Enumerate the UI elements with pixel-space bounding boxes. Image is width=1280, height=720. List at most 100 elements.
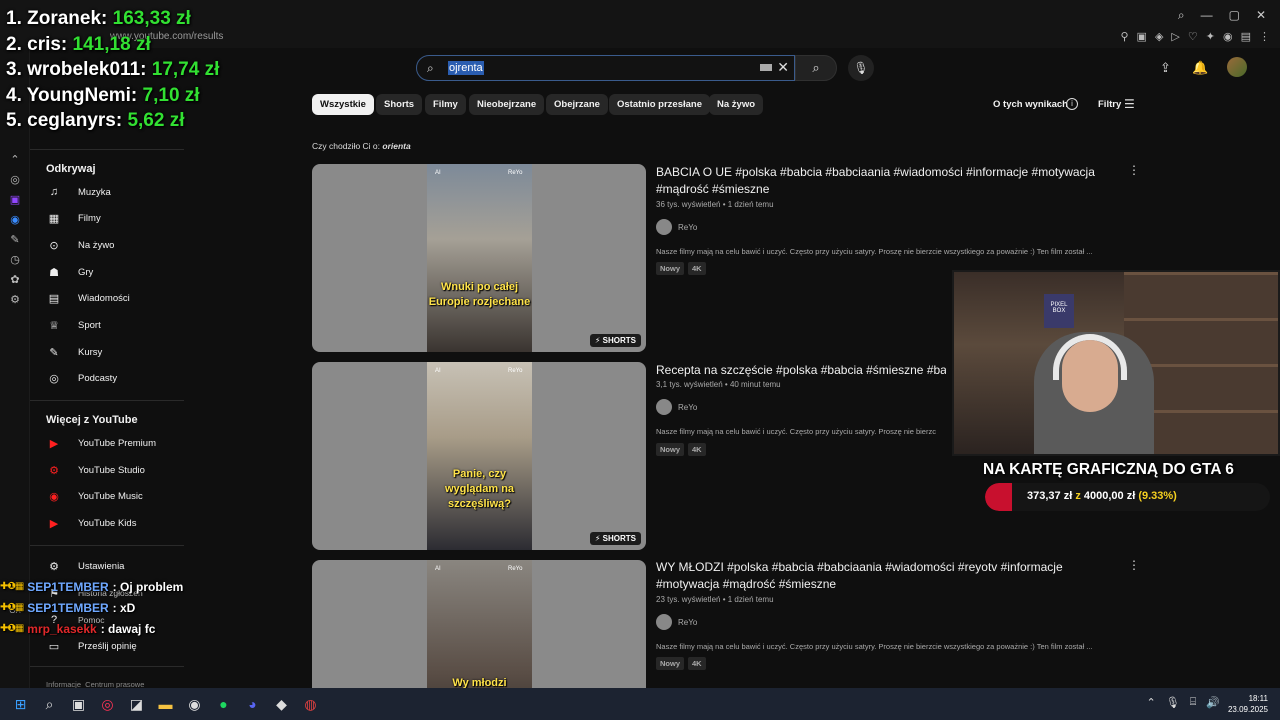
opera-gx-icon[interactable]: ◎ — [93, 696, 122, 713]
chevron-up-icon[interactable]: ⌃ — [1147, 696, 1156, 709]
sidebar-item-live[interactable]: ⊙ Na żywo — [46, 233, 196, 257]
search-icon[interactable]: ⌕ — [35, 696, 64, 713]
suggested-query-link[interactable]: orienta — [382, 141, 410, 151]
play-icon[interactable]: ▷ — [1171, 30, 1179, 43]
channel-link[interactable]: ReYo — [656, 614, 697, 630]
sidebar-item-podcasts[interactable]: ◎ Podcasty — [46, 366, 196, 390]
extension-icon[interactable]: ◈ — [1155, 30, 1163, 43]
search-button[interactable]: ⌕ — [795, 55, 837, 81]
menu-dots-icon[interactable]: ⋮ — [1259, 30, 1270, 43]
youtube-kids-icon: ▶ — [49, 517, 59, 530]
messenger-icon[interactable]: ◉ — [0, 213, 30, 226]
spotify-icon[interactable]: ● — [209, 696, 238, 712]
search-icon: ⌕ — [812, 60, 820, 75]
sidebar-app-icon[interactable]: ✿ — [0, 273, 30, 286]
app-icon[interactable]: ◪ — [122, 696, 151, 713]
channel-link[interactable]: ReYo — [656, 399, 697, 415]
volume-icon[interactable]: 🔊 — [1206, 696, 1220, 709]
sidebar-app-icon[interactable]: ◎ — [0, 173, 30, 186]
sidebar-item-sport[interactable]: ♕ Sport — [46, 313, 196, 337]
close-window-icon[interactable]: ✕ — [1256, 8, 1266, 23]
divider — [30, 666, 184, 667]
network-icon[interactable]: ⌸ — [1190, 696, 1197, 709]
task-view-icon[interactable]: ▣ — [64, 696, 93, 713]
microphone-icon[interactable]: 🎙 — [1166, 696, 1180, 709]
sidebar-item-kids[interactable]: ▶ YouTube Kids — [46, 511, 196, 535]
avatar[interactable] — [1227, 57, 1247, 77]
video-title[interactable]: BABCIA O UE #polska #babcia #babciaania … — [656, 164, 1116, 198]
sidebar-item-gaming[interactable]: ☗ Gry — [46, 260, 196, 284]
sidebar-app-icon[interactable]: ✎ — [0, 233, 30, 246]
extension-icon[interactable]: ▤ — [1241, 30, 1251, 43]
chip-recently-uploaded[interactable]: Ostatnio przesłane — [609, 94, 710, 115]
chip-movies[interactable]: Filmy — [425, 94, 466, 115]
info-icon[interactable]: i — [1066, 98, 1078, 110]
video-title[interactable]: Recepta na szczęście #polska #babcia #śm… — [656, 362, 946, 379]
steam-icon[interactable]: ◉ — [180, 696, 209, 713]
sidebar-app-icon[interactable]: ⌃ — [0, 153, 30, 166]
app-icon[interactable]: ◆ — [267, 696, 296, 713]
video-meta: 3,1 tys. wyświetleń • 40 minut temu — [656, 380, 781, 389]
sidebar-item-music[interactable]: ♫ Muzyka — [46, 180, 196, 204]
sidebar-item-music-app[interactable]: ◉ YouTube Music — [46, 484, 196, 508]
sidebar-item-news[interactable]: ▤ Wiadomości — [46, 286, 196, 310]
sidebar-item-settings[interactable]: ⚙ Ustawienia — [46, 554, 196, 578]
maximize-icon[interactable]: ▢ — [1229, 8, 1240, 23]
search-input[interactable]: ⌕ ojrenta ✕ — [416, 55, 795, 81]
more-options-icon[interactable]: ⋮ — [1128, 558, 1140, 572]
youtube-music-icon: ◉ — [49, 490, 59, 503]
divider — [30, 149, 184, 150]
system-tray: ⌃ 🎙 ⌸ 🔊 — [1147, 696, 1221, 709]
extension-icon[interactable]: ✦ — [1206, 30, 1215, 43]
filters-button[interactable]: Filtry — [1098, 99, 1121, 110]
chip-all[interactable]: Wszystkie — [312, 94, 374, 115]
chrome-icon[interactable]: ◍ — [296, 696, 325, 713]
heart-icon[interactable]: ♡ — [1188, 30, 1198, 43]
extension-icon[interactable]: ◉ — [1223, 30, 1233, 43]
clock[interactable]: 18:11 23.09.2025 — [1228, 693, 1268, 715]
filter-sliders-icon[interactable]: ☰ — [1124, 97, 1135, 111]
chat-badges-icon: ✚❶▦ — [0, 602, 24, 613]
sidebar-item-courses[interactable]: ✎ Kursy — [46, 340, 196, 364]
donation-amount: 373,37 zł z 4000,00 zł (9.33%) — [1027, 490, 1177, 502]
sidebar-item-studio[interactable]: ⚙ YouTube Studio — [46, 458, 196, 482]
clear-search-icon[interactable]: ✕ — [777, 59, 789, 76]
extension-icon[interactable]: ▣ — [1137, 30, 1147, 43]
more-options-icon[interactable]: ⋮ — [1128, 163, 1140, 177]
chip-shorts[interactable]: Shorts — [376, 94, 423, 115]
video-thumbnail[interactable]: AI ReYo Panie, czy wyglądam na szczęśliw… — [312, 362, 646, 550]
extension-icon[interactable]: ⚲ — [1120, 30, 1128, 43]
chat-username: mrp_kasekk — [27, 621, 97, 636]
chip-unwatched[interactable]: Nieobejrzane — [469, 94, 545, 115]
keyboard-icon[interactable] — [760, 64, 772, 71]
video-thumbnail[interactable]: AI ReYo Wnuki po całej Europie rozjechan… — [312, 164, 646, 352]
chat-badges-icon: ✚❶▦ — [0, 581, 24, 592]
search-browser-icon[interactable]: ⌕ — [1178, 8, 1185, 23]
video-title[interactable]: WY MŁODZI #polska #babcia #babciaania #w… — [656, 559, 1116, 593]
search-query-text[interactable]: ojrenta — [448, 61, 484, 75]
sidebar-app-icon[interactable]: ⚙ — [0, 293, 30, 306]
windows-start-icon[interactable]: ⊞ — [6, 696, 35, 713]
shorts-badge: ⚡ SHORTS — [589, 334, 641, 347]
upload-icon[interactable]: ⇪ — [1160, 60, 1171, 76]
sidebar-item-movies[interactable]: ▦ Filmy — [46, 206, 196, 230]
sidebar-item-premium[interactable]: ▶ YouTube Premium — [46, 431, 196, 455]
sidebar-app-icon[interactable]: ◷ — [0, 253, 30, 266]
discord-icon[interactable]: ◕ — [238, 696, 267, 712]
notification-bell-icon[interactable]: 🔔 — [1192, 60, 1208, 76]
channel-link[interactable]: ReYo — [656, 219, 697, 235]
video-description: Nasze filmy mają na celu bawić i uczyć. … — [656, 247, 1093, 256]
chip-watched[interactable]: Obejrzane — [546, 94, 608, 115]
chip-live[interactable]: Na żywo — [709, 94, 764, 115]
donation-leaderboard: 1. Zoranek: 163,33 zł 2. cris: 141,18 zł… — [6, 6, 219, 134]
shorts-badge: ⚡ SHORTS — [589, 532, 641, 545]
voice-search-button[interactable]: 🎙 — [848, 55, 874, 81]
file-explorer-icon[interactable]: ▬ — [151, 696, 180, 712]
trophy-icon: ♕ — [49, 319, 59, 332]
video-description: Nasze filmy mają na celu bawić i uczyć. … — [656, 642, 1093, 651]
video-thumbnail[interactable]: AI ReYo Wy młodzi — [312, 560, 646, 688]
about-results-link[interactable]: O tych wynikach — [993, 99, 1068, 110]
twitch-icon[interactable]: ▣ — [0, 193, 30, 206]
minimize-icon[interactable]: — — [1201, 8, 1213, 23]
microphone-icon: 🎙 — [853, 61, 869, 75]
